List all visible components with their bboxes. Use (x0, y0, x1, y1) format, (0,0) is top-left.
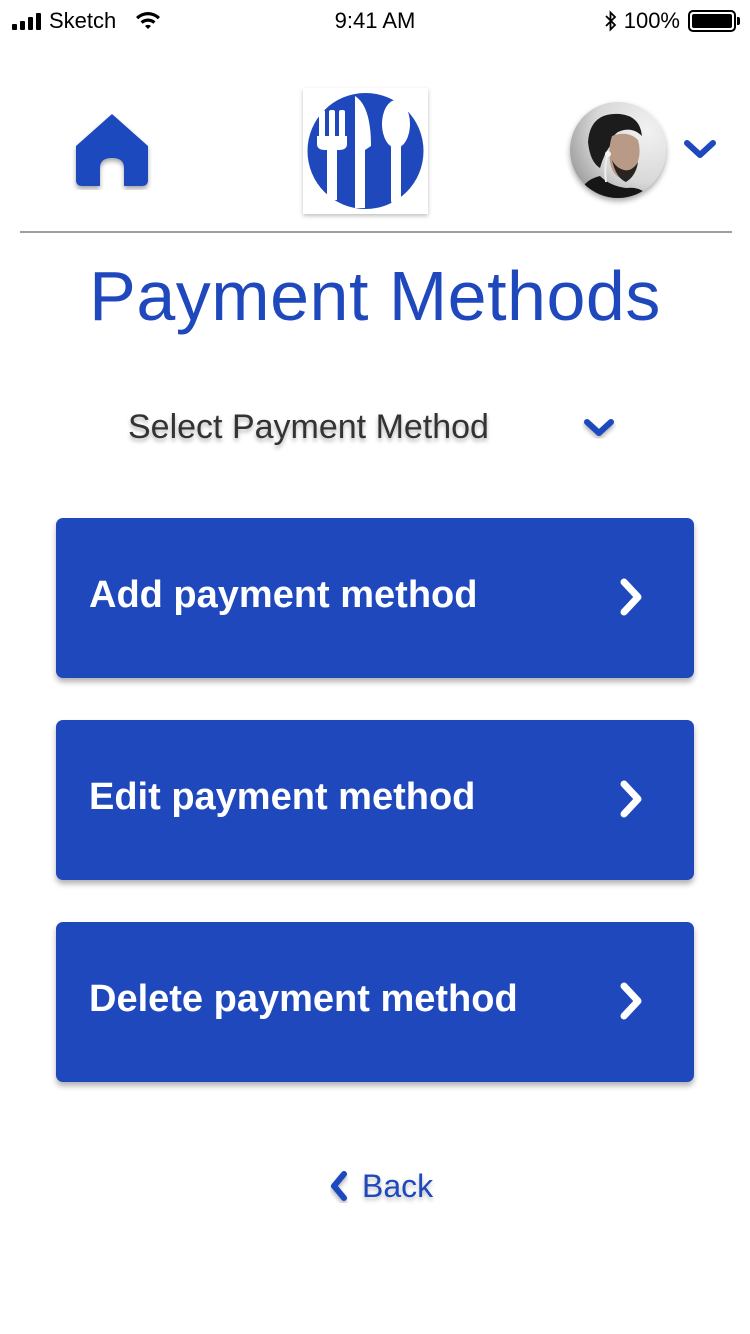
page-title: Payment Methods (89, 257, 661, 335)
chevron-left-icon (331, 1171, 347, 1201)
payment-methods-screen: Sketch 9:41 AM 100% Payment Methods Sele… (0, 0, 750, 1334)
chevron-right-icon (620, 578, 642, 616)
delete-payment-method-button[interactable]: Delete payment method (56, 922, 694, 1082)
button-label: Add payment method (89, 574, 478, 616)
battery-percent: 100% (623, 8, 680, 33)
avatar-image (570, 102, 666, 198)
chevron-down-icon (584, 419, 614, 436)
button-label: Delete payment method (89, 978, 518, 1020)
payment-method-select[interactable]: Select Payment Method (110, 400, 630, 460)
header-divider (20, 231, 732, 233)
edit-payment-method-button[interactable]: Edit payment method (56, 720, 694, 880)
home-button[interactable] (72, 110, 152, 190)
user-avatar[interactable] (570, 102, 666, 198)
back-label: Back (362, 1167, 434, 1204)
button-label: Edit payment method (89, 776, 476, 818)
home-icon (76, 114, 148, 186)
app-logo (303, 88, 428, 214)
status-bar: Sketch 9:41 AM 100% (0, 0, 750, 40)
chevron-right-icon (620, 982, 642, 1020)
bluetooth-icon (605, 10, 616, 32)
back-link[interactable]: Back (328, 1164, 433, 1208)
chevron-right-icon (620, 780, 642, 818)
status-bar-right: 100% (604, 8, 740, 34)
select-label: Select Payment Method (128, 408, 489, 446)
fork-knife-spoon-icon (307, 93, 424, 209)
chevron-down-icon[interactable] (682, 136, 718, 162)
battery-icon (688, 10, 740, 32)
add-payment-method-button[interactable]: Add payment method (56, 518, 694, 678)
